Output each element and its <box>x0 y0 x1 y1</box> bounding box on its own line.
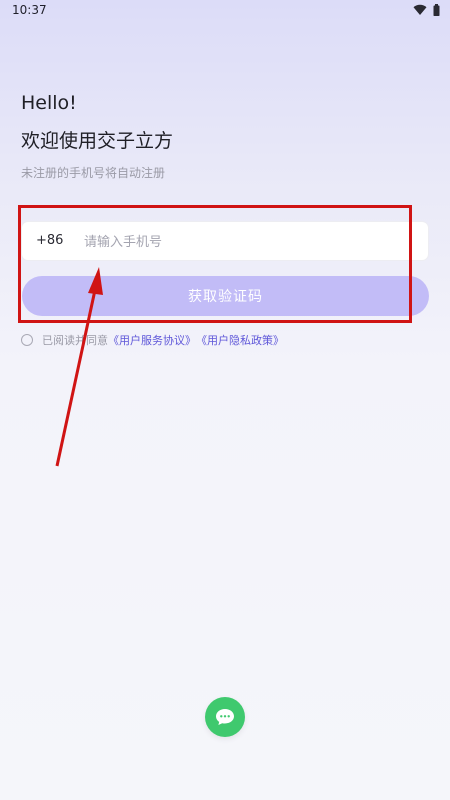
status-icons <box>413 4 440 16</box>
wifi-icon <box>413 4 427 16</box>
chat-button[interactable] <box>205 697 245 737</box>
phone-field[interactable]: +86 <box>22 222 428 260</box>
agreement-row: 已阅读并同意 《用户服务协议》 《用户隐私政策》 <box>21 332 284 348</box>
phone-input[interactable] <box>82 228 406 256</box>
status-bar: 10:37 <box>0 0 450 22</box>
battery-icon <box>433 4 440 16</box>
agree-checkbox[interactable] <box>21 334 33 346</box>
user-privacy-policy-link[interactable]: 《用户隐私政策》 <box>196 332 284 348</box>
status-time: 10:37 <box>12 3 47 17</box>
greeting-text: Hello! <box>21 92 77 114</box>
auto-register-hint: 未注册的手机号将自动注册 <box>21 166 166 180</box>
agreement-prefix: 已阅读并同意 <box>42 334 108 347</box>
welcome-title: 欢迎使用交子立方 <box>21 130 174 152</box>
annotation-arrow <box>55 267 103 467</box>
user-service-agreement-link[interactable]: 《用户服务协议》 <box>108 332 196 348</box>
country-code[interactable]: +86 <box>36 233 63 248</box>
get-verification-code-button[interactable]: 获取验证码 <box>22 276 429 316</box>
chat-bubble-icon <box>216 709 234 725</box>
